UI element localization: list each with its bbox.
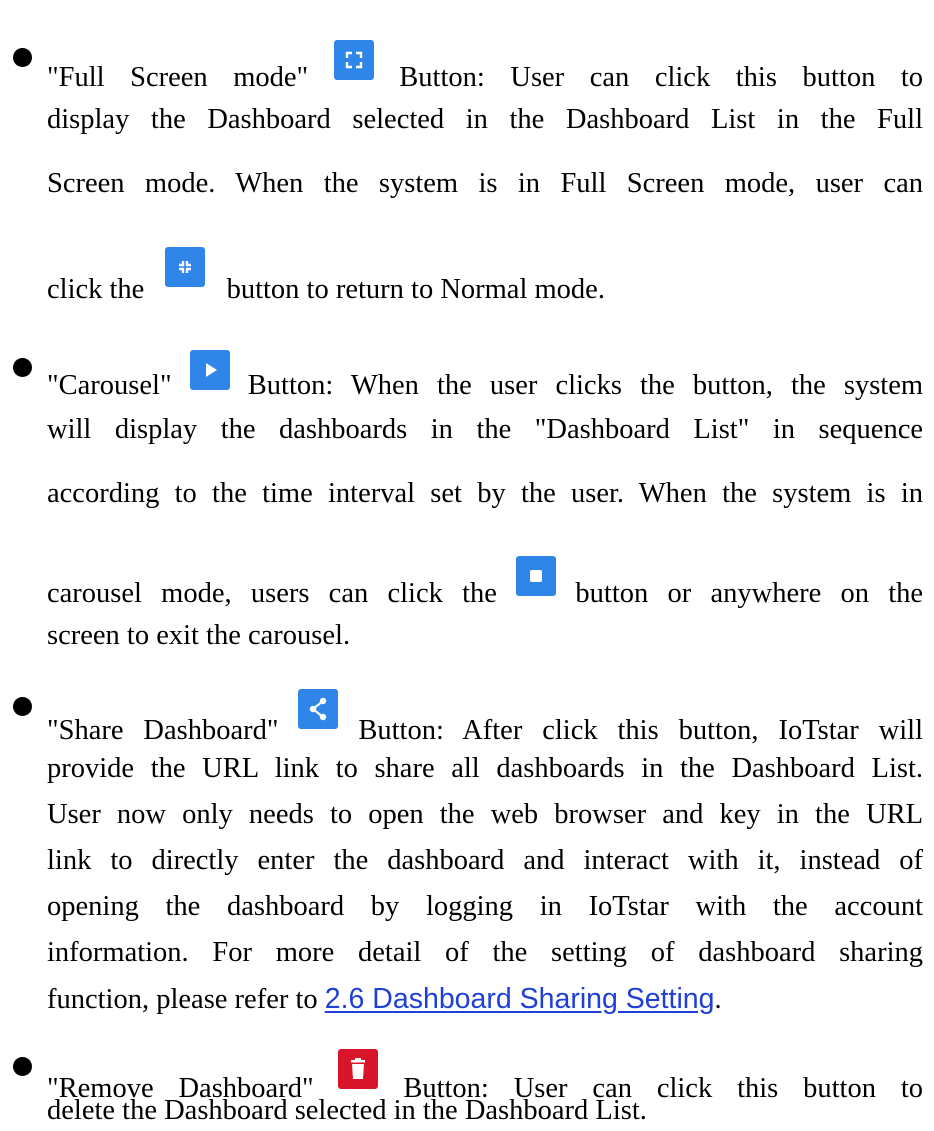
carousel-line-2: will display the dashboards in the "Dash… [47,414,923,445]
fullscreen-line-4-after: button to return to Normal mode. [226,274,605,305]
fullscreen-line-2: display the Dashboard selected in the Da… [47,104,923,135]
exit-fullscreen-icon [165,247,206,287]
fullscreen-line-4-before: click the [47,274,145,305]
share-line-6: information. For more detail of the sett… [47,937,923,968]
bullet [13,1057,32,1076]
stop-icon [516,556,557,596]
trash-icon [338,1049,379,1089]
dashboard-sharing-setting-link[interactable]: 2.6 Dashboard Sharing Setting [325,983,715,1015]
document-page: "Full Screen mode" Button: User can clic… [0,0,934,1131]
share-line-7-before: function, please refer to [47,984,318,1015]
fullscreen-line-1-rest: Button: User can click this button to [399,62,924,93]
remove-line-2: delete the Dashboard selected in the Das… [47,1095,647,1126]
share-line-3: User now only needs to open the web brow… [47,799,923,830]
fullscreen-title: "Full Screen mode" [47,62,309,93]
share-line-7: function, please refer to 2.6 Dashboard … [47,982,722,1017]
share-line-2: provide the URL link to share all dashbo… [47,753,923,784]
carousel-line-4-before: carousel mode, users can click the [47,578,497,609]
fullscreen-line-1: "Full Screen mode" Button: User can clic… [47,40,923,95]
share-line-5: opening the dashboard by logging in IoTs… [47,891,923,922]
carousel-line-3: according to the time interval set by th… [47,478,923,509]
carousel-line-5: screen to exit the carousel. [47,620,351,651]
fullscreen-line-3: Screen mode. When the system is in Full … [47,168,923,199]
play-icon [189,350,230,390]
share-line-1-rest: Button: After click this button, IoTstar… [358,715,924,746]
carousel-line-1-rest: Button: When the user clicks the button,… [247,370,924,401]
share-line-1: "Share Dashboard" Button: After click th… [47,689,923,748]
share-line-4: link to directly enter the dashboard and… [47,845,923,876]
share-icon [298,689,339,729]
fullscreen-line-4: click the button to return to Normal mod… [47,247,605,307]
share-title: "Share Dashboard" [47,715,279,746]
fullscreen-icon [333,40,374,80]
share-line-7-after: . [714,984,722,1015]
bullet [13,358,32,377]
carousel-line-4: carousel mode, users can click the butto… [47,556,923,611]
carousel-line-4-after: button or anywhere on the [575,578,924,609]
bullet [13,48,32,67]
carousel-line-1: "Carousel" Button: When the user clicks … [47,350,923,403]
bullet [13,697,32,716]
carousel-title: "Carousel" [47,370,172,401]
